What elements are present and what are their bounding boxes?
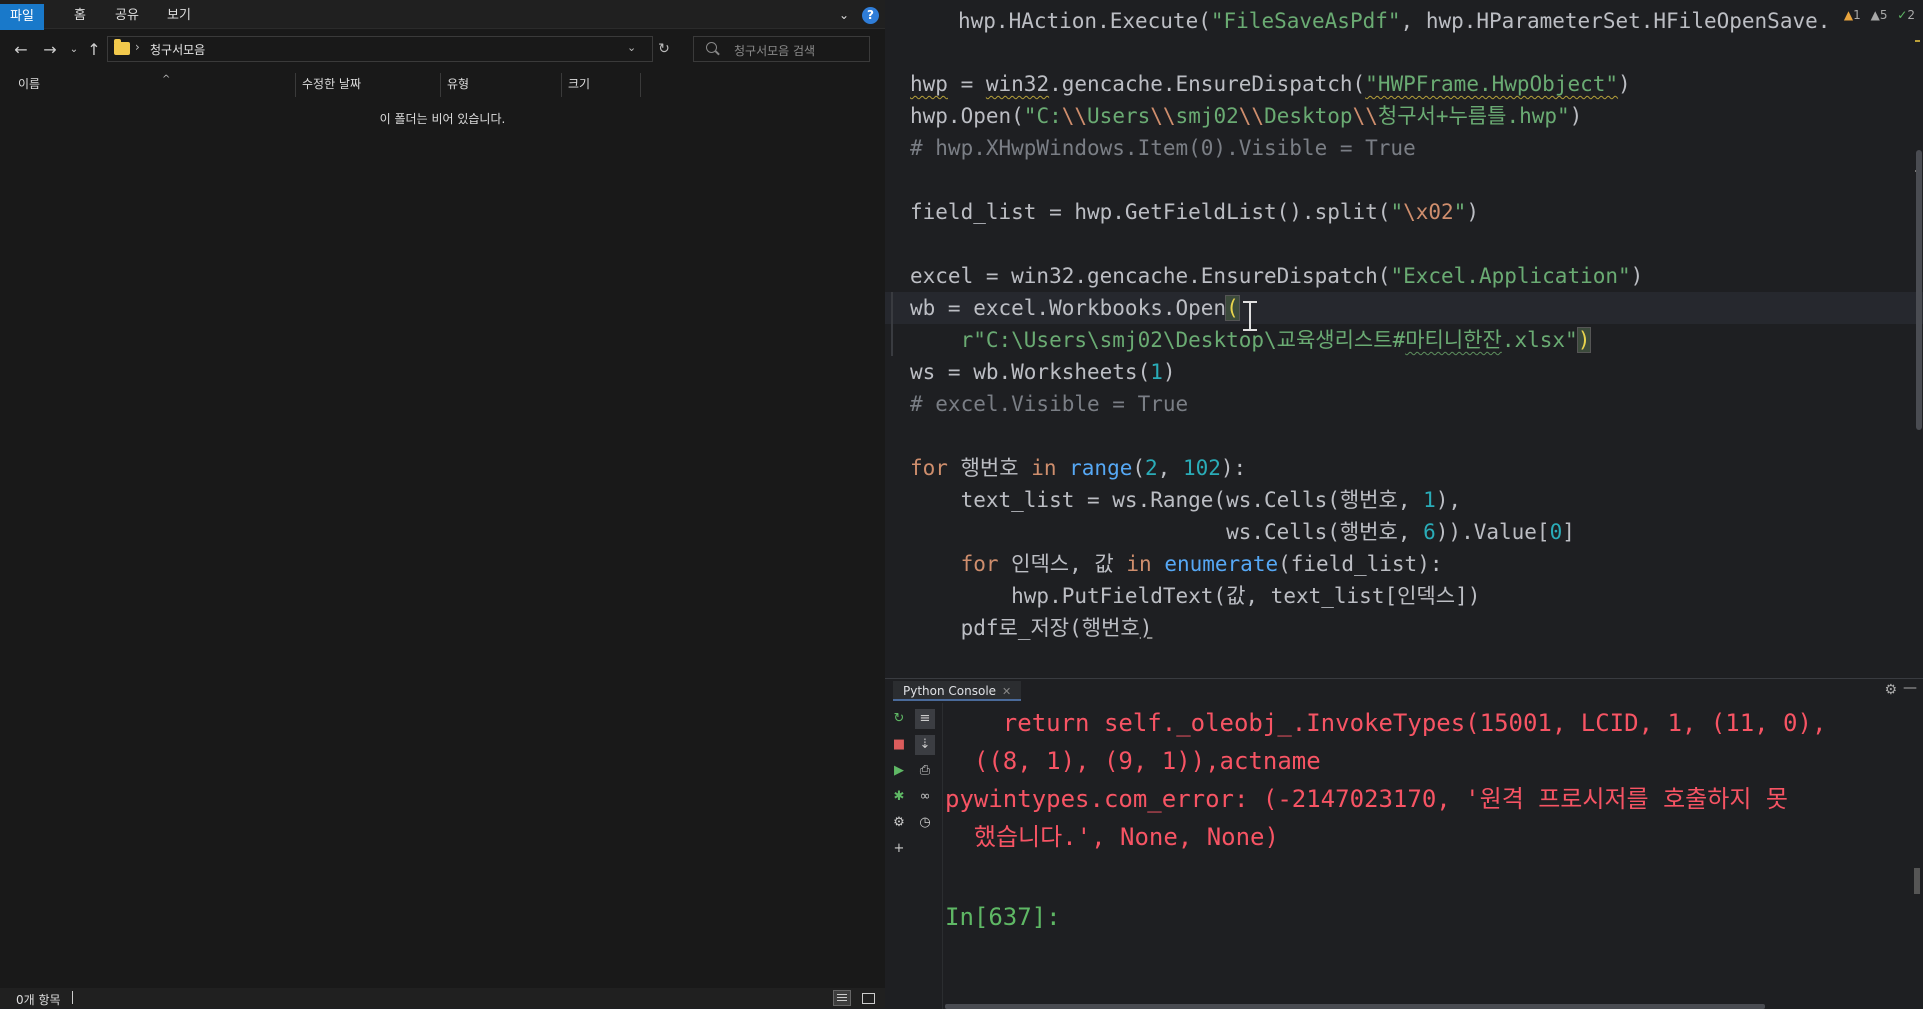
console-error-line: pywintypes.com_error: (-2147023170, '원격 … — [945, 785, 1788, 813]
back-arrow-icon[interactable]: ← — [10, 38, 32, 62]
address-bar[interactable]: › 청구서모음 ⌄ ↻ — [107, 36, 670, 62]
ribbon: 파일 홈 공유 보기 ⌄ ? — [0, 0, 885, 30]
status-divider — [72, 991, 73, 1004]
code-line[interactable]: text_list = ws.Range(ws.Cells(행번호, 1), — [910, 484, 1462, 516]
empty-folder-message: 이 폴더는 비어 있습니다. — [379, 112, 506, 126]
code-line[interactable]: ws = wb.Worksheets(1) — [910, 356, 1176, 388]
code-comment[interactable]: # excel.Visible = True — [910, 388, 1188, 420]
soft-wrap-icon[interactable]: ≡ — [915, 709, 935, 729]
code-line[interactable]: wb = excel.Workbooks.Open( — [910, 292, 1240, 324]
column-header-name[interactable]: 이름 ^ — [12, 73, 296, 97]
code-line[interactable]: for 인덱스, 값 in enumerate(field_list): — [910, 548, 1443, 580]
help-icon[interactable]: ? — [862, 7, 879, 24]
status-bar: 0개 항목 — [0, 988, 885, 1008]
stop-icon[interactable]: ■ — [889, 735, 909, 755]
weak-warning-indicator[interactable]: ▲5 — [1871, 8, 1888, 22]
code-line[interactable]: for 행번호 in range(2, 102): — [910, 452, 1246, 484]
console-error-line: return self._oleobj_.InvokeTypes(15001, … — [945, 709, 1827, 737]
text-cursor-icon — [1242, 301, 1258, 331]
indent-guide — [891, 292, 893, 356]
tab-label: Python Console — [903, 684, 997, 698]
code-line[interactable]: hwp.PutFieldText(값, text_list[인덱스]) — [910, 580, 1480, 612]
expand-ribbon-icon[interactable]: ⌄ — [833, 4, 855, 26]
search-icon — [706, 42, 717, 53]
code-line[interactable]: hwp.Open("C:\\Users\\smj02\\Desktop\\청구서… — [910, 100, 1582, 132]
code-comment[interactable]: # hwp.XHwpWindows.Item(0).Visible = True — [910, 132, 1416, 164]
code-line[interactable]: ws.Cells(행번호, 6)).Value[0] — [910, 516, 1575, 548]
refresh-icon[interactable]: ↻ — [653, 41, 675, 57]
column-header-size[interactable]: 크기 — [562, 73, 641, 97]
show-variables-icon[interactable]: ∞ — [915, 787, 935, 807]
ide-window: hwp.HAction.Execute("FileSaveAsPdf", hwp… — [885, 0, 1923, 1009]
console-prompt[interactable]: In[637]: — [945, 899, 1061, 935]
new-console-icon[interactable]: + — [889, 839, 909, 859]
console-horizontal-scrollbar[interactable] — [945, 1004, 1765, 1009]
typo-indicator[interactable]: ✓2 — [1897, 8, 1915, 22]
breadcrumb-current-folder[interactable]: 청구서모음 — [150, 41, 205, 58]
python-console-panel: Python Console ✕ ⚙ — ↻ ≡ ■ ⇣ ▶ ⎙ ✱ ∞ ⚙ ◷ … — [885, 678, 1923, 1009]
folder-icon — [114, 39, 130, 55]
code-line[interactable]: field_list = hwp.GetFieldList().split("\… — [910, 196, 1479, 228]
up-arrow-icon[interactable]: ↑ — [83, 38, 105, 62]
close-icon[interactable]: ✕ — [1002, 685, 1011, 698]
check-icon: ✓ — [1897, 8, 1908, 22]
inspection-widget[interactable]: ▲1 ▲5 ✓2 — [1838, 8, 1915, 26]
print-icon[interactable]: ⎙ — [915, 761, 935, 781]
settings-icon[interactable]: ⚙ — [889, 813, 909, 833]
console-scrollbar-thumb[interactable] — [1914, 868, 1920, 894]
warning-icon: ▲ — [1843, 8, 1854, 22]
ribbon-tab-file[interactable]: 파일 — [0, 4, 44, 30]
ribbon-tab-view[interactable]: 보기 — [157, 4, 201, 28]
ribbon-tab-share[interactable]: 공유 — [105, 4, 149, 28]
code-line[interactable]: hwp.HAction.Execute("FileSaveAsPdf", hwp… — [958, 5, 1830, 37]
console-error-line: ((8, 1), (9, 1)),actname — [945, 747, 1321, 775]
code-line[interactable]: hwp = win32.gencache.EnsureDispatch("HWP… — [910, 68, 1631, 100]
debug-icon[interactable]: ✱ — [889, 787, 909, 807]
code-line[interactable]: pdf로_저장(행번호) — [910, 612, 1153, 644]
column-header-date-modified[interactable]: 수정한 날짜 — [296, 73, 441, 97]
tab-python-console[interactable]: Python Console ✕ — [893, 681, 1022, 701]
rerun-icon[interactable]: ↻ — [889, 709, 909, 729]
editor-scrollbar-thumb[interactable] — [1916, 150, 1922, 430]
warning-indicator[interactable]: ▲1 — [1844, 8, 1861, 22]
search-box[interactable]: 청구서모음 검색 — [693, 36, 870, 62]
column-header-type[interactable]: 유형 — [441, 73, 562, 97]
address-history-chevron-icon[interactable]: ⌄ — [627, 41, 636, 54]
console-error-line: 했습니다.', None, None) — [945, 823, 1279, 851]
details-view-icon[interactable] — [833, 990, 851, 1006]
console-output[interactable]: return self._oleobj_.InvokeTypes(15001, … — [945, 703, 1915, 993]
column-headers: 이름 ^ 수정한 날짜 유형 크기 — [0, 73, 885, 97]
large-icons-view-icon[interactable] — [859, 990, 877, 1006]
scrollbar-warning-mark[interactable] — [1915, 40, 1920, 42]
code-editor[interactable]: hwp.HAction.Execute("FileSaveAsPdf", hwp… — [885, 0, 1923, 670]
gear-icon[interactable]: ⚙ — [1884, 682, 1897, 698]
console-tab-bar: Python Console ✕ ⚙ — — [885, 679, 1923, 703]
file-explorer-window: 파일 홈 공유 보기 ⌄ ? ← → ⌄ ↑ › 청구서모음 ⌄ ↻ 청구서모음… — [0, 0, 885, 1008]
weak-warning-icon: ▲ — [1870, 8, 1880, 22]
sort-ascending-icon: ^ — [162, 74, 171, 85]
breadcrumb-chevron-icon[interactable]: › — [135, 40, 140, 54]
scroll-to-end-icon[interactable]: ⇣ — [915, 735, 935, 755]
code-line[interactable]: excel = win32.gencache.EnsureDispatch("E… — [910, 260, 1643, 292]
ribbon-tab-home[interactable]: 홈 — [64, 4, 96, 28]
history-icon[interactable]: ◷ — [915, 813, 935, 833]
search-placeholder[interactable]: 청구서모음 검색 — [734, 42, 815, 59]
console-toolbar: ↻ ≡ ■ ⇣ ▶ ⎙ ✱ ∞ ⚙ ◷ + — [885, 703, 943, 1009]
item-count: 0개 항목 — [16, 993, 61, 1007]
minimize-icon[interactable]: — — [1903, 680, 1917, 696]
column-label-name: 이름 — [18, 77, 41, 91]
run-icon[interactable]: ▶ — [889, 761, 909, 781]
forward-arrow-icon[interactable]: → — [39, 38, 61, 62]
recent-locations-chevron-icon[interactable]: ⌄ — [63, 38, 85, 62]
